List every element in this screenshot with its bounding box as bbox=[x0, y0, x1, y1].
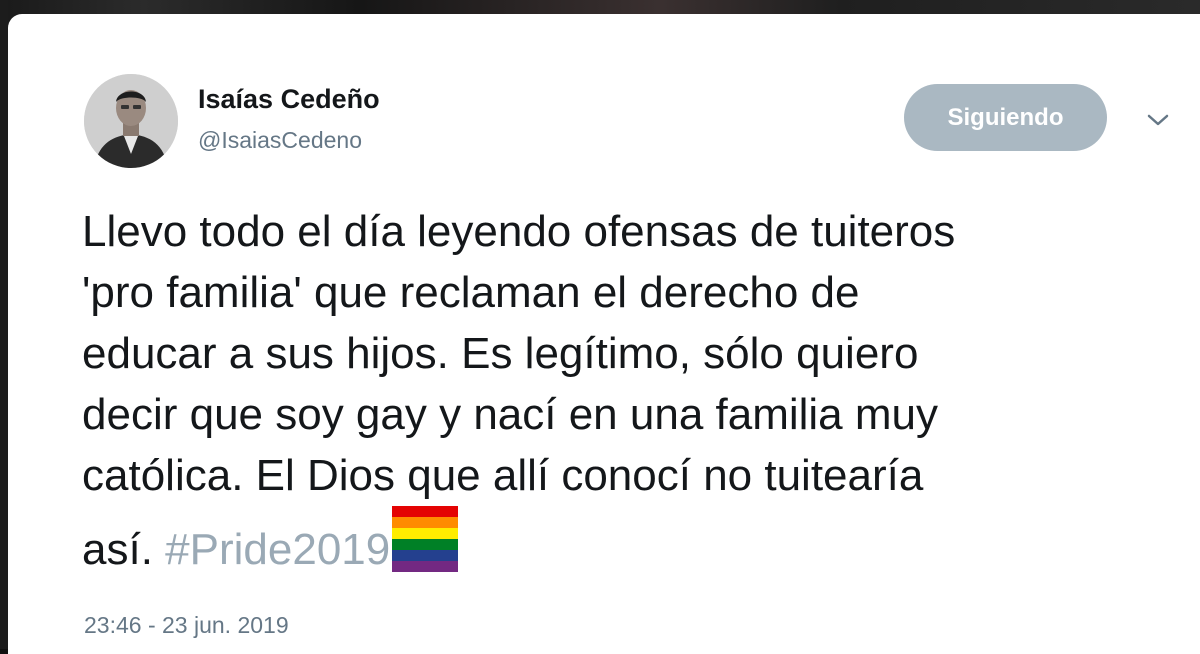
avatar[interactable] bbox=[84, 74, 178, 168]
chevron-down-icon[interactable] bbox=[1144, 110, 1172, 130]
following-button[interactable]: Siguiendo bbox=[904, 84, 1107, 151]
author-name[interactable]: Isaías Cedeño bbox=[198, 84, 380, 115]
background-left bbox=[0, 0, 8, 649]
tweet-timestamp[interactable]: 23:46 - 23 jun. 2019 bbox=[84, 612, 289, 639]
tweet-card: Isaías Cedeño @IsaiasCedeno Siguiendo Ll… bbox=[8, 14, 1200, 654]
author-handle[interactable]: @IsaiasCedeno bbox=[198, 127, 362, 154]
tweet-text: Llevo todo el día leyendo ofensas de tui… bbox=[82, 201, 1182, 580]
hashtag-link[interactable]: #Pride2019 bbox=[165, 525, 390, 574]
rainbow-flag-icon bbox=[392, 506, 459, 572]
tweet-body: Llevo todo el día leyendo ofensas de tui… bbox=[82, 207, 956, 574]
